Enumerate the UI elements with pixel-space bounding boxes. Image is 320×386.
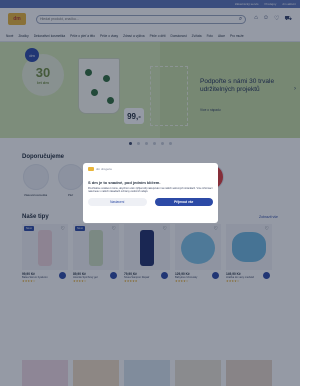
dialog-brand-text: dm drogerie <box>96 167 113 171</box>
cookie-consent-dialog: dm drogerie S dm je to snadné, pod jední… <box>83 163 218 223</box>
cookie-settings-button[interactable]: Nastavení <box>88 197 147 206</box>
dialog-actions: Nastavení Přijmout vše <box>88 197 213 206</box>
page: Zákaznický servis Prodejny dm aktivní dm… <box>0 0 300 386</box>
dialog-title: S dm je to snadné, pod jedním klíčem. <box>88 180 161 185</box>
accept-all-button[interactable]: Přijmout vše <box>154 197 213 206</box>
dm-logo-icon <box>88 167 94 171</box>
dialog-text: Používáme cookies k tomu, abychom vám zp… <box>88 187 213 194</box>
dialog-brand: dm drogerie <box>88 167 213 171</box>
